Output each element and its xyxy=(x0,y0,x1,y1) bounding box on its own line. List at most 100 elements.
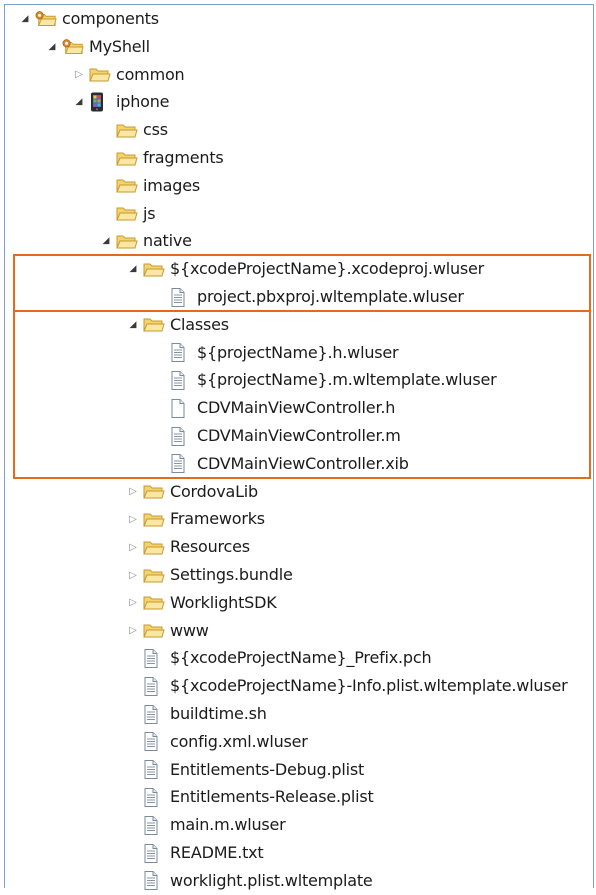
tree-item[interactable]: ▷ Frameworks xyxy=(125,505,265,533)
tree-item[interactable]: CDVMainViewController.xib xyxy=(152,450,409,478)
tree-item-label: Resources xyxy=(170,537,250,557)
text-file-icon xyxy=(143,648,165,668)
text-file-icon xyxy=(170,343,192,363)
tree-item-label: ${xcodeProjectName}-Info.plist.wltemplat… xyxy=(170,676,568,696)
folder-icon xyxy=(89,66,111,84)
expand-arrow-icon[interactable]: ▷ xyxy=(71,67,87,83)
tree-item-label: main.m.wluser xyxy=(170,815,286,835)
tree-item-label: js xyxy=(143,203,156,223)
tree-item[interactable]: CDVMainViewController.h xyxy=(152,394,395,422)
folder-icon xyxy=(143,622,165,640)
tree-item[interactable]: ${xcodeProjectName}-Info.plist.wltemplat… xyxy=(125,672,568,700)
collapse-arrow-icon[interactable]: ◢ xyxy=(44,39,60,55)
tree-item-label: CordovaLib xyxy=(170,481,258,501)
tree-item[interactable]: ▷ common xyxy=(71,61,185,89)
collapse-arrow-icon[interactable]: ◢ xyxy=(125,317,141,333)
tree-item[interactable]: buildtime.sh xyxy=(125,700,267,728)
tree-item[interactable]: main.m.wluser xyxy=(125,811,286,839)
expand-arrow-icon[interactable]: ▷ xyxy=(125,539,141,555)
collapse-arrow-icon[interactable]: ◢ xyxy=(98,233,114,249)
tree-item-label: worklight.plist.wltemplate xyxy=(170,870,373,890)
expand-arrow-icon[interactable]: ▷ xyxy=(125,623,141,639)
collapse-arrow-icon[interactable]: ◢ xyxy=(71,94,87,110)
tree-item[interactable]: ◢ MyShell xyxy=(44,33,151,61)
text-file-icon xyxy=(143,676,165,696)
tree-item[interactable]: Entitlements-Debug.plist xyxy=(125,756,364,784)
tree-item[interactable]: ▷ Resources xyxy=(125,533,250,561)
tree-item[interactable]: README.txt xyxy=(125,839,264,867)
tree-item-label: ${projectName}.m.wltemplate.wluser xyxy=(197,370,497,390)
tree-item-label: Entitlements-Debug.plist xyxy=(170,759,365,779)
tree-item[interactable]: ▷ WorklightSDK xyxy=(125,589,277,617)
tree-item[interactable]: images xyxy=(98,172,200,200)
folder-icon xyxy=(143,316,165,334)
tree-item[interactable]: Entitlements-Release.plist xyxy=(125,783,374,811)
tree-item[interactable]: ◢ components xyxy=(17,5,160,33)
tree-item-label: WorklightSDK xyxy=(170,592,277,612)
tree-item-label: iphone xyxy=(116,92,170,112)
folder-icon xyxy=(143,483,165,501)
text-file-icon xyxy=(143,704,165,724)
folder-icon xyxy=(116,232,138,250)
text-file-icon xyxy=(170,454,192,474)
tree-item-label: www xyxy=(170,620,209,640)
expand-arrow-icon[interactable]: ▷ xyxy=(125,595,141,611)
tree-item-label: Entitlements-Release.plist xyxy=(170,787,374,807)
tree-item[interactable]: css xyxy=(98,116,168,144)
expand-arrow-icon[interactable]: ▷ xyxy=(125,567,141,583)
tree-item[interactable]: ▷ CordovaLib xyxy=(125,478,258,506)
tree-item-label: components xyxy=(62,9,159,28)
tree-item[interactable]: ◢ iphone xyxy=(71,88,170,116)
folder-icon xyxy=(116,149,138,167)
tree-item-label: Settings.bundle xyxy=(170,565,293,584)
tree-item[interactable]: ◢ Classes xyxy=(125,311,230,339)
tree-item-label: project.pbxproj.wltemplate.wluser xyxy=(197,287,464,306)
tree-item-label: fragments xyxy=(143,148,224,167)
tree-item[interactable]: ${projectName}.h.wluser xyxy=(152,339,399,367)
tree-item-label: Classes xyxy=(170,314,229,334)
tree-item[interactable]: worklight.plist.wltemplate xyxy=(125,867,373,895)
tree-item[interactable]: ▷ www xyxy=(125,617,209,645)
tree-item-label: buildtime.sh xyxy=(170,704,267,723)
text-file-icon xyxy=(143,732,165,752)
expand-arrow-icon[interactable]: ▷ xyxy=(125,511,141,527)
tree-item[interactable]: config.xml.wluser xyxy=(125,728,308,756)
folder-icon xyxy=(143,566,165,584)
tree-item[interactable]: ▷ Settings.bundle xyxy=(125,561,293,589)
folder-icon xyxy=(143,510,165,528)
collapse-arrow-icon[interactable]: ◢ xyxy=(125,261,141,277)
text-file-icon xyxy=(170,426,192,446)
project-explorer-tree: ◢ components ◢ MyShell ▷ common ◢ iphone cs… xyxy=(4,4,594,891)
folder-icon xyxy=(116,177,138,195)
tree-item[interactable]: js xyxy=(98,200,156,228)
text-file-icon xyxy=(143,760,165,780)
expand-arrow-icon[interactable]: ▷ xyxy=(125,484,141,500)
tree-item[interactable]: fragments xyxy=(98,144,224,172)
tree-item[interactable]: ◢ native xyxy=(98,227,192,255)
tree-item[interactable]: ◢ ${xcodeProjectName}.xcodeproj.wluser xyxy=(125,255,485,283)
tree-item[interactable]: project.pbxproj.wltemplate.wluser xyxy=(152,283,464,311)
tree-item[interactable]: ${xcodeProjectName}_Prefix.pch xyxy=(125,644,432,672)
tree-item[interactable]: ${projectName}.m.wltemplate.wluser xyxy=(152,366,497,394)
tree-item-label: CDVMainViewController.m xyxy=(197,426,401,445)
tree-item[interactable]: CDVMainViewController.m xyxy=(152,422,401,450)
folder-icon xyxy=(116,205,138,223)
text-file-icon xyxy=(143,787,165,807)
tree-item-label: config.xml.wluser xyxy=(170,731,308,751)
collapse-arrow-icon[interactable]: ◢ xyxy=(17,11,33,27)
folder-icon xyxy=(143,538,165,556)
